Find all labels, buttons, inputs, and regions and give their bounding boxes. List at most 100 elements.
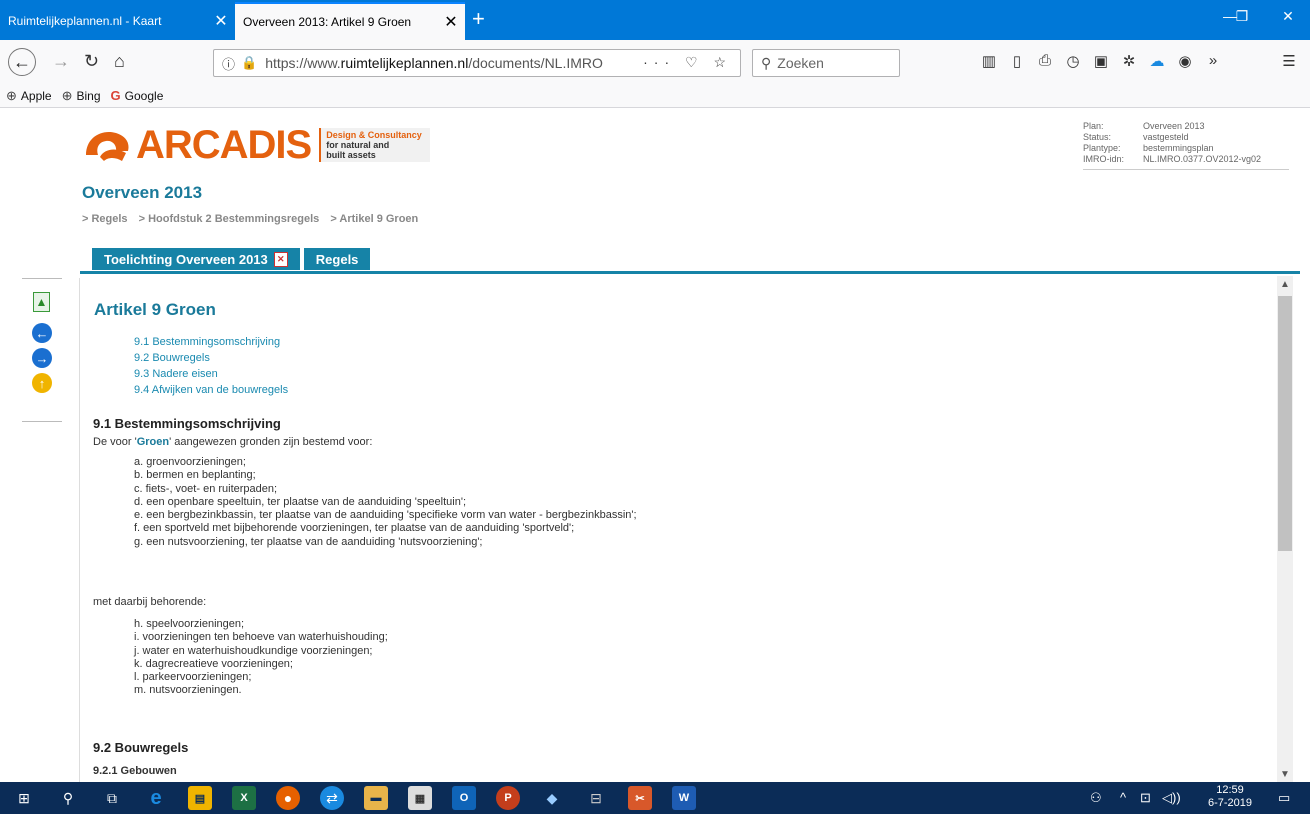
- bookmark-label: Bing: [76, 88, 101, 103]
- edge-icon[interactable]: e: [144, 786, 168, 810]
- lock-warning-icon[interactable]: 🔒: [241, 55, 257, 71]
- toc-link[interactable]: 9.2 Bouwregels: [134, 350, 288, 366]
- status-value: vastgesteld: [1143, 132, 1189, 142]
- breadcrumb-artikel-9[interactable]: > Artikel 9 Groen: [330, 213, 418, 225]
- page-title: Overveen 2013: [82, 183, 203, 202]
- teamviewer-icon[interactable]: ⇄: [320, 786, 344, 810]
- breadcrumb-hoofdstuk-2[interactable]: > Hoofdstuk 2 Bestemmingsregels: [139, 213, 320, 225]
- section-middle-text: met daarbij behorende:: [93, 596, 207, 608]
- home-icon[interactable]: ⌂: [114, 51, 125, 71]
- close-icon[interactable]: ✕: [437, 12, 465, 32]
- logo-tagline: Design & Consultancy for natural and bui…: [319, 128, 430, 162]
- tab-toelichting[interactable]: Toelichting Overveen 2013 ✕: [92, 248, 300, 270]
- toc-link[interactable]: 9.1 Bestemmingsomschrijving: [134, 334, 288, 350]
- volume-icon[interactable]: ◁)): [1162, 790, 1181, 806]
- next-arrow-icon[interactable]: →: [32, 348, 52, 368]
- tab-kaart[interactable]: Ruimtelijkeplannen.nl - Kaart ✕: [0, 2, 235, 40]
- intro-highlight[interactable]: Groen: [137, 436, 169, 448]
- tab-title: Ruimtelijkeplannen.nl - Kaart: [8, 14, 162, 28]
- history-icon[interactable]: ◷: [1062, 52, 1084, 70]
- outlook-icon[interactable]: O: [452, 786, 476, 810]
- top-arrow-icon[interactable]: ↑: [32, 373, 52, 393]
- list-item: c. fiets-, voet- en ruiterpaden;: [134, 482, 278, 495]
- list-item: d. een openbare speeltuin, ter plaatse v…: [134, 495, 467, 508]
- bookmark-google[interactable]: G Google: [111, 88, 164, 103]
- scroll-up-icon[interactable]: ▲: [1277, 276, 1293, 292]
- windows-start-icon[interactable]: ⊞: [12, 786, 36, 810]
- notifications-icon[interactable]: ▭: [1278, 790, 1290, 806]
- breadcrumb-regels[interactable]: > Regels: [82, 213, 128, 225]
- network-app-icon[interactable]: ⊟: [584, 786, 608, 810]
- task-view-icon[interactable]: ⧉: [100, 786, 124, 810]
- content-divider: [79, 278, 80, 788]
- table-of-contents: 9.1 Bestemmingsomschrijving 9.2 Bouwrege…: [134, 334, 288, 398]
- search-icon[interactable]: ⚲: [56, 786, 80, 810]
- cloud-icon[interactable]: ☁: [1146, 52, 1168, 70]
- plan-value: Overveen 2013: [1143, 121, 1205, 131]
- overflow-icon[interactable]: »: [1202, 52, 1224, 69]
- network-icon[interactable]: ⊡: [1140, 790, 1151, 806]
- previous-arrow-icon[interactable]: ←: [32, 323, 52, 343]
- pdf-icon[interactable]: ✕: [273, 251, 288, 267]
- reload-icon[interactable]: ↻: [84, 51, 99, 71]
- excel-icon[interactable]: X: [232, 786, 256, 810]
- account-icon[interactable]: ◉: [1174, 52, 1196, 70]
- extension-gear-icon[interactable]: ✲: [1118, 52, 1140, 70]
- info-icon[interactable]: ⓘ: [222, 54, 235, 73]
- bookmark-label: Apple: [20, 88, 52, 103]
- tagline-line: Design & Consultancy: [326, 130, 422, 140]
- list-item: k. dagrecreatieve voorzieningen;: [134, 657, 293, 670]
- screenshot-icon[interactable]: ▣: [1090, 52, 1112, 70]
- toc-link[interactable]: 9.4 Afwijken van de bouwregels: [134, 382, 288, 398]
- document-nav: ▲ ← → ↑: [22, 276, 62, 426]
- word-icon[interactable]: W: [672, 786, 696, 810]
- print-icon[interactable]: ⎙: [1034, 52, 1056, 69]
- url-bar[interactable]: ⓘ 🔒 https://www.ruimtelijkeplannen.nl/do…: [213, 49, 741, 77]
- document-tabs: Toelichting Overveen 2013 ✕ Regels: [92, 248, 374, 270]
- document-up-icon[interactable]: ▲: [33, 292, 50, 312]
- list-item: m. nutsvoorzieningen.: [134, 684, 242, 697]
- related-list: h. speelvoorzieningen; i. voorzieningen …: [134, 618, 388, 698]
- store-icon[interactable]: ▤: [188, 786, 212, 810]
- logo-wordmark: ARCADIS: [136, 123, 312, 167]
- menu-icon[interactable]: ☰: [1278, 52, 1300, 70]
- bookmark-apple[interactable]: ⊕ Apple: [6, 88, 52, 104]
- powerpoint-icon[interactable]: P: [496, 786, 520, 810]
- toc-link[interactable]: 9.3 Nadere eisen: [134, 366, 288, 382]
- status-label: Status:: [1083, 132, 1112, 142]
- close-icon[interactable]: ✕: [207, 11, 235, 31]
- search-icon: ⚲: [761, 54, 772, 71]
- scroll-thumb[interactable]: [1278, 296, 1292, 551]
- app-icon[interactable]: ◆: [540, 786, 564, 810]
- file-explorer-icon[interactable]: ▬: [364, 786, 388, 810]
- plus-icon[interactable]: +: [472, 6, 485, 32]
- calculator-icon[interactable]: ▦: [408, 786, 432, 810]
- back-arrow-icon[interactable]: ←: [8, 48, 36, 76]
- page-actions-icon[interactable]: ··· ♡ ☆: [643, 54, 732, 71]
- chevron-up-icon[interactable]: ^: [1120, 790, 1126, 805]
- tagline-line: for natural and: [326, 140, 390, 150]
- restore-icon[interactable]: ❐: [1222, 8, 1262, 25]
- scroll-down-icon[interactable]: ▼: [1277, 766, 1293, 782]
- arcadis-logo[interactable]: ARCADIS Design & Consultancy for natural…: [82, 125, 430, 165]
- divider: [22, 278, 62, 279]
- bookmarks-bar: ⊕ Apple ⊕ Bing G Google: [0, 84, 1310, 108]
- plan-label: Plan:: [1083, 121, 1104, 131]
- forward-arrow-icon[interactable]: →: [52, 51, 70, 71]
- firefox-icon[interactable]: ●: [276, 786, 300, 810]
- system-clock[interactable]: 12:59 6-7-2019: [1208, 784, 1252, 810]
- close-window-icon[interactable]: ✕: [1268, 8, 1308, 25]
- sidebar-icon[interactable]: ▯: [1006, 52, 1028, 70]
- plan-info: Plan: Overveen 2013 Status: vastgesteld Pl…: [1083, 121, 1289, 170]
- snip-icon[interactable]: ✂: [628, 786, 652, 810]
- imro-label: IMRO-idn:: [1083, 154, 1125, 164]
- page-content: ARCADIS Design & Consultancy for natural…: [0, 108, 1310, 788]
- library-icon[interactable]: ▥: [978, 52, 1000, 70]
- tab-artikel[interactable]: Overveen 2013: Artikel 9 Groen ✕: [235, 2, 465, 40]
- tab-title: Overveen 2013: Artikel 9 Groen: [243, 15, 412, 29]
- page-scrollbar[interactable]: ▲ ▼: [1277, 276, 1293, 782]
- search-input[interactable]: ⚲ Zoeken: [752, 49, 900, 77]
- tab-regels[interactable]: Regels: [303, 248, 371, 270]
- people-icon[interactable]: ⚇: [1090, 790, 1102, 806]
- bookmark-bing[interactable]: ⊕ Bing: [62, 88, 101, 104]
